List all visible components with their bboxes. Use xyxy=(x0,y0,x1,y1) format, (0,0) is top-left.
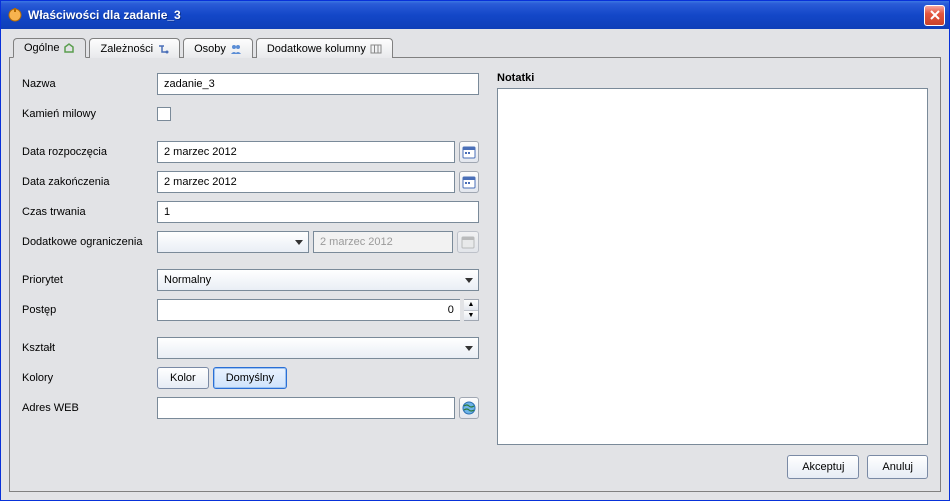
tab-label: Dodatkowe kolumny xyxy=(267,43,366,55)
end-date-picker-button[interactable] xyxy=(459,171,479,193)
columns-icon xyxy=(370,43,382,55)
progress-spinner-down[interactable]: ▼ xyxy=(464,311,478,321)
titlebar: Właściwości dla zadanie_3 xyxy=(1,1,949,29)
general-icon xyxy=(63,42,75,54)
label-duration: Czas trwania xyxy=(22,206,157,218)
start-date-input[interactable] xyxy=(157,141,455,163)
dependency-icon xyxy=(157,43,169,55)
label-start-date: Data rozpoczęcia xyxy=(22,146,157,158)
row-shape: Kształt xyxy=(22,336,479,360)
notes-column: Notatki xyxy=(497,72,928,445)
progress-input[interactable] xyxy=(157,299,460,321)
start-date-picker-button[interactable] xyxy=(459,141,479,163)
shape-select[interactable] xyxy=(157,337,479,359)
tab-extra-columns[interactable]: Dodatkowe kolumny xyxy=(256,38,393,58)
form-left-column: Nazwa Kamień milowy Data rozpoczęcia xyxy=(22,72,479,445)
cancel-button[interactable]: Anuluj xyxy=(867,455,928,479)
label-web: Adres WEB xyxy=(22,402,157,414)
label-priority: Priorytet xyxy=(22,274,157,286)
tab-general[interactable]: Ogólne xyxy=(13,38,86,58)
constraint-select[interactable] xyxy=(157,231,309,253)
duration-input[interactable] xyxy=(157,201,479,223)
row-priority: Priorytet Normalny xyxy=(22,268,479,292)
web-browse-button[interactable] xyxy=(459,397,479,419)
content-area: Ogólne Zależności Osoby Dodatkowe kolumn… xyxy=(1,29,949,500)
name-input[interactable] xyxy=(157,73,479,95)
row-start-date: Data rozpoczęcia xyxy=(22,140,479,164)
label-colors: Kolory xyxy=(22,372,157,384)
priority-select[interactable]: Normalny xyxy=(157,269,479,291)
label-name: Nazwa xyxy=(22,78,157,90)
end-date-input[interactable] xyxy=(157,171,455,193)
label-end-date: Data zakończenia xyxy=(22,176,157,188)
dialog-footer: Akceptuj Anuluj xyxy=(22,445,928,479)
row-milestone: Kamień milowy xyxy=(22,102,479,126)
label-constraint: Dodatkowe ograniczenia xyxy=(22,236,157,248)
panel-body: Nazwa Kamień milowy Data rozpoczęcia xyxy=(22,72,928,445)
default-color-button[interactable]: Domyślny xyxy=(213,367,287,389)
row-duration: Czas trwania xyxy=(22,200,479,224)
notes-textarea[interactable] xyxy=(497,88,928,445)
label-notes: Notatki xyxy=(497,72,928,84)
app-icon xyxy=(7,7,23,23)
color-button[interactable]: Kolor xyxy=(157,367,209,389)
panel-general: Nazwa Kamień milowy Data rozpoczęcia xyxy=(9,58,941,492)
label-progress: Postęp xyxy=(22,304,157,316)
tab-bar: Ogólne Zależności Osoby Dodatkowe kolumn… xyxy=(9,37,941,58)
properties-dialog: Właściwości dla zadanie_3 Ogólne Zależno… xyxy=(0,0,950,501)
window-title: Właściwości dla zadanie_3 xyxy=(28,8,924,22)
label-milestone: Kamień milowy xyxy=(22,108,157,120)
constraint-date-picker-button xyxy=(457,231,479,253)
tab-label: Ogólne xyxy=(24,42,59,54)
row-progress: Postęp ▲ ▼ xyxy=(22,298,479,322)
constraint-date-input xyxy=(313,231,453,253)
people-icon xyxy=(230,43,242,55)
label-shape: Kształt xyxy=(22,342,157,354)
web-input[interactable] xyxy=(157,397,455,419)
tab-label: Zależności xyxy=(100,43,153,55)
row-colors: Kolory Kolor Domyślny xyxy=(22,366,479,390)
row-end-date: Data zakończenia xyxy=(22,170,479,194)
row-web: Adres WEB xyxy=(22,396,479,420)
row-constraint: Dodatkowe ograniczenia xyxy=(22,230,479,254)
close-button[interactable] xyxy=(924,5,945,26)
tab-label: Osoby xyxy=(194,43,226,55)
milestone-checkbox[interactable] xyxy=(157,107,171,121)
row-name: Nazwa xyxy=(22,72,479,96)
accept-button[interactable]: Akceptuj xyxy=(787,455,859,479)
progress-spinner: ▲ ▼ xyxy=(464,299,479,321)
progress-spinner-up[interactable]: ▲ xyxy=(464,300,478,311)
tab-dependencies[interactable]: Zależności xyxy=(89,38,180,58)
tab-people[interactable]: Osoby xyxy=(183,38,253,58)
